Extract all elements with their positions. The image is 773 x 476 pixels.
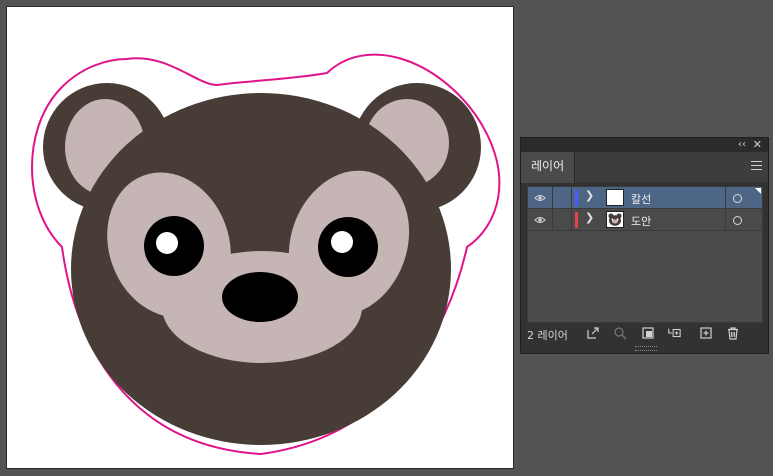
divider [725, 209, 726, 231]
divider [725, 187, 726, 209]
target-circle-icon[interactable] [733, 216, 742, 225]
divider [571, 209, 572, 231]
layer-thumbnail [606, 211, 624, 228]
right-eye-highlight [331, 231, 353, 253]
new-layer-icon[interactable] [699, 326, 713, 340]
panel-menu-icon[interactable] [751, 161, 762, 171]
release-export-icon[interactable] [586, 326, 600, 340]
panel-footer: 2 레이어 [521, 324, 768, 346]
divider [552, 209, 553, 231]
layers-list: ❯ 칼선 ❯ 도안 [527, 186, 763, 323]
locate-search-icon[interactable] [613, 326, 627, 340]
nose [222, 272, 298, 322]
layer-row-design[interactable]: ❯ 도안 [528, 209, 762, 231]
panel-tabbar: 레이어 [521, 152, 768, 183]
layer-count: 2 레이어 [527, 329, 568, 342]
target-circle-icon[interactable] [733, 194, 742, 203]
panel-topbar: ‹‹ ✕ [521, 138, 768, 152]
close-icon[interactable]: ✕ [753, 138, 762, 152]
layer-name: 칼선 [631, 193, 652, 206]
chevron-right-icon[interactable]: ❯ [585, 189, 594, 202]
layer-color-bar [575, 190, 578, 206]
bear-thumbnail-icon [608, 213, 622, 226]
clipping-mask-icon[interactable] [641, 326, 655, 340]
artboard [6, 6, 514, 469]
layers-panel: ‹‹ ✕ 레이어 ❯ 칼선 ❯ 도안 2 레이어 [520, 137, 769, 354]
bear-artwork [31, 53, 501, 456]
layer-name: 도안 [631, 215, 652, 228]
divider [552, 187, 553, 209]
selection-corner-icon [755, 188, 761, 194]
new-sublayer-icon[interactable] [667, 326, 681, 340]
collapse-icon[interactable]: ‹‹ [738, 138, 746, 152]
layer-row-cutline[interactable]: ❯ 칼선 [528, 187, 762, 209]
divider [571, 187, 572, 209]
resize-grip[interactable] [635, 346, 657, 351]
left-eye-highlight [156, 232, 178, 254]
chevron-right-icon[interactable]: ❯ [585, 211, 594, 224]
eye-icon[interactable] [534, 214, 546, 226]
trash-icon[interactable] [726, 326, 740, 340]
eye-icon[interactable] [534, 192, 546, 204]
tab-layers[interactable]: 레이어 [521, 152, 576, 183]
layer-color-bar [575, 212, 578, 228]
layer-thumbnail [606, 189, 624, 206]
